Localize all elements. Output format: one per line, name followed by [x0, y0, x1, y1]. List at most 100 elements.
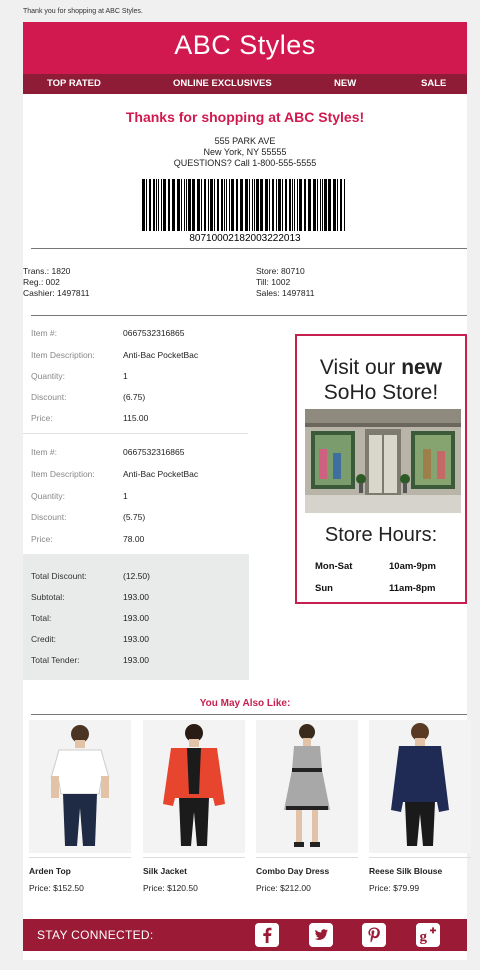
store-phone[interactable]: QUESTIONS? Call 1-800-555-5555: [23, 158, 467, 168]
product-image-arden-top[interactable]: [29, 720, 131, 853]
barcode-number: 80710002182003222013: [189, 233, 301, 243]
quantity-value: 1: [123, 491, 128, 501]
price-value: 115.00: [123, 413, 149, 423]
total-tender-value: 193.00: [123, 655, 149, 665]
nav-sale[interactable]: SALE: [421, 78, 446, 89]
barcode-bar: [188, 179, 191, 231]
barcode-bar: [245, 179, 248, 231]
barcode-bar: [236, 179, 238, 231]
stay-connected-label: STAY CONNECTED:: [37, 928, 154, 942]
transaction-left: Trans.: 1820 Reg.: 002 Cashier: 1497811: [23, 266, 89, 299]
barcode-bar: [156, 179, 157, 231]
barcode-bar: [161, 179, 162, 231]
divider: [31, 315, 467, 316]
register-number: Reg.: 002: [23, 277, 60, 287]
trans-number: Trans.: 1820: [23, 266, 71, 276]
store-number: Store: 80710: [256, 266, 305, 276]
twitter-icon[interactable]: [309, 923, 333, 947]
hours-time: 10am-9pm: [389, 561, 436, 572]
store-front-photo: [305, 409, 461, 513]
pinterest-icon[interactable]: [362, 923, 386, 947]
barcode-bar: [231, 179, 234, 231]
item-description-label: Item Description:: [31, 469, 95, 479]
barcode-bar: [313, 179, 316, 231]
item-description-value: Anti-Bac PocketBac: [123, 350, 199, 360]
product-image-reese-silk-blouse[interactable]: [369, 720, 471, 853]
product-name[interactable]: Silk Jacket: [143, 866, 187, 876]
barcode-bar: [297, 179, 298, 231]
barcode-bar: [282, 179, 283, 231]
transaction-right: Store: 80710 Till: 1002 Sales: 1497811: [256, 266, 314, 299]
barcode-bar: [229, 179, 230, 231]
barcode-bar: [172, 179, 175, 231]
barcode-bar: [308, 179, 311, 231]
total-value: 193.00: [123, 613, 149, 623]
divider: [31, 248, 467, 249]
product-image-silk-jacket[interactable]: [143, 720, 245, 853]
barcode-bar: [204, 179, 206, 231]
recommendations-title: You May Also Like:: [199, 698, 291, 709]
barcode-bar: [224, 179, 225, 231]
barcode-image: 80710002182003222013: [142, 179, 345, 243]
svg-text:g: g: [420, 929, 428, 945]
price-label: Price:: [31, 413, 53, 423]
nav-online-exclusives[interactable]: ONLINE EXCLUSIVES: [173, 78, 272, 89]
barcode-bar: [146, 179, 147, 231]
nav-new[interactable]: NEW: [334, 78, 356, 89]
hours-time: 11am-8pm: [389, 583, 436, 594]
item-number-label: Item #:: [31, 328, 57, 338]
barcode-bar: [289, 179, 291, 231]
total-label: Total:: [31, 613, 52, 623]
quantity-label: Quantity:: [31, 491, 66, 501]
promo-subheading: SoHo Store!: [323, 381, 439, 404]
product-name[interactable]: Combo Day Dress: [256, 866, 329, 876]
barcode-bar: [276, 179, 277, 231]
product-name[interactable]: Reese Silk Blouse: [369, 866, 442, 876]
product-image-combo-day-dress[interactable]: [256, 720, 358, 853]
discount-value: (5.75): [123, 512, 146, 522]
quantity-label: Quantity:: [31, 371, 66, 381]
barcode-bar: [278, 179, 281, 231]
product-price: Price: $120.50: [143, 883, 198, 893]
product-price: Price: $212.00: [256, 883, 311, 893]
totals-panel: Total Discount: (12.50) Subtotal: 193.00…: [23, 554, 249, 680]
nav-bar: TOP RATED ONLINE EXCLUSIVES NEW SALE: [23, 74, 467, 94]
hours-day: Mon-Sat: [315, 561, 353, 572]
facebook-icon[interactable]: [255, 923, 279, 947]
product-price: Price: $79.99: [369, 883, 420, 893]
email-body: ABC Styles TOP RATED ONLINE EXCLUSIVES N…: [23, 22, 471, 960]
price-value: 78.00: [123, 534, 145, 544]
till-number: Till: 1002: [256, 277, 291, 287]
google-plus-icon[interactable]: g: [416, 923, 440, 947]
barcode-bar: [252, 179, 253, 231]
soho-store-promo[interactable]: Visit our new SoHo Store! Store Hours: M…: [295, 334, 467, 604]
barcode-bar: [186, 179, 187, 231]
nav-top-rated[interactable]: TOP RATED: [47, 78, 101, 89]
barcode-bar: [168, 179, 170, 231]
barcode-bar: [333, 179, 336, 231]
barcode-bar: [292, 179, 293, 231]
discount-value: (6.75): [123, 392, 146, 402]
barcode-bar: [192, 179, 195, 231]
cashier-number: Cashier: 1497811: [23, 288, 90, 298]
barcode-bar: [344, 179, 345, 231]
footer-bar: STAY CONNECTED: g: [23, 919, 467, 951]
barcode-bar: [254, 179, 255, 231]
barcode-bar: [214, 179, 215, 231]
total-discount-label: Total Discount:: [31, 571, 87, 581]
store-street: 555 PARK AVE: [214, 136, 276, 146]
promo-heading: Visit our new: [319, 356, 443, 379]
barcode-bar: [337, 179, 338, 231]
brand-logo[interactable]: ABC Styles: [23, 30, 467, 61]
barcode-bar: [328, 179, 331, 231]
barcode-bar: [163, 179, 166, 231]
barcode-bar: [320, 179, 321, 231]
barcode-bar: [210, 179, 213, 231]
item-description-value: Anti-Bac PocketBac: [123, 469, 199, 479]
credit-value: 193.00: [123, 634, 149, 644]
product-name[interactable]: Arden Top: [29, 866, 71, 876]
barcode-bar: [217, 179, 219, 231]
barcode-bar: [256, 179, 259, 231]
total-tender-label: Total Tender:: [31, 655, 80, 665]
barcode-bar: [153, 179, 155, 231]
